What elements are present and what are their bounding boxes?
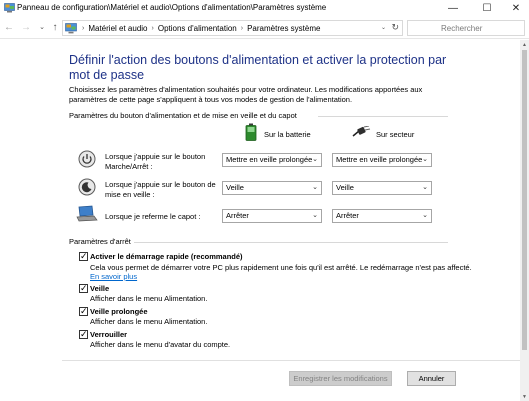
hibernate-checkbox[interactable]: ✓: [79, 306, 88, 316]
column-header-battery: Sur la batterie: [264, 130, 311, 139]
sleep-button-plugged-select[interactable]: Veille ⌄: [332, 181, 432, 195]
address-dropdown-icon[interactable]: ⌄: [381, 24, 386, 31]
breadcrumb-system-settings[interactable]: Paramètres système: [247, 24, 320, 33]
section-title-shutdown: Paramètres d'arrêt: [69, 237, 131, 246]
sleep-button-icon: [78, 178, 96, 196]
power-button-battery-select[interactable]: Mettre en veille prolongée ⌄: [222, 153, 322, 167]
minimize-button[interactable]: —: [438, 0, 468, 17]
section-divider: [318, 116, 448, 117]
page-intro: Choisissez les paramètres d'alimentation…: [69, 85, 423, 104]
power-button-plugged-select[interactable]: Mettre en veille prolongée ⌄: [332, 153, 432, 167]
control-panel-icon: [65, 22, 77, 33]
page-title: Définir l'action des boutons d'alimentat…: [69, 53, 447, 82]
fast-startup-description: Cela vous permet de démarrer votre PC pl…: [90, 263, 472, 272]
checkmark-icon: ✓: [80, 283, 88, 293]
chevron-down-icon: ⌄: [312, 184, 318, 191]
select-value: Veille: [226, 183, 244, 192]
select-value: Mettre en veille prolongée: [226, 155, 313, 164]
section-divider: [134, 242, 448, 243]
lid-close-battery-select[interactable]: Arrêter ⌄: [222, 209, 322, 223]
select-value: Mettre en veille prolongée: [336, 155, 423, 164]
battery-icon: [245, 123, 257, 141]
row-label-sleep-button: Lorsque j'appuie sur le bouton de mise e…: [105, 180, 216, 199]
column-header-plugged: Sur secteur: [376, 130, 415, 139]
address-bar[interactable]: › Matériel et audio › Options d'alimenta…: [62, 20, 403, 36]
scroll-down-arrow-icon[interactable]: ▼: [520, 392, 529, 401]
select-value: Veille: [336, 183, 354, 192]
chevron-down-icon: ⌄: [422, 156, 428, 163]
checkmark-icon: ✓: [80, 306, 88, 316]
learn-more-link[interactable]: En savoir plus: [90, 272, 137, 281]
maximize-button[interactable]: ☐: [472, 0, 502, 17]
hibernate-label: Veille prolongée: [90, 307, 148, 316]
scroll-up-arrow-icon[interactable]: ▲: [520, 40, 529, 49]
laptop-lid-icon: [76, 205, 98, 222]
search-placeholder: Rechercher: [441, 24, 483, 33]
refresh-icon[interactable]: ↻: [391, 22, 399, 33]
footer-divider: [62, 360, 520, 361]
cancel-button[interactable]: Annuler: [407, 371, 456, 386]
fast-startup-checkbox[interactable]: ✓: [79, 251, 88, 261]
scroll-thumb[interactable]: [522, 50, 527, 350]
row-label-lid-close: Lorsque je referme le capot :: [105, 212, 201, 221]
lock-label: Verrouiller: [90, 330, 128, 339]
main-content: Définir l'action des boutons d'alimentat…: [0, 40, 520, 401]
row-label-power-button: Lorsque j'appuie sur le bouton Marche/Ar…: [105, 152, 206, 171]
checkmark-icon: ✓: [80, 251, 88, 261]
vertical-scrollbar[interactable]: ▲ ▼: [520, 40, 529, 401]
search-input[interactable]: Rechercher: [407, 20, 525, 36]
chevron-down-icon: ⌄: [312, 156, 318, 163]
navigation-bar: ← → ⌄ ↑ › Matériel et audio › Options d'…: [0, 17, 529, 39]
sleep-button-battery-select[interactable]: Veille ⌄: [222, 181, 322, 195]
breadcrumb-hardware-sound[interactable]: Matériel et audio: [88, 24, 147, 33]
select-value: Arrêter: [226, 211, 249, 220]
up-arrow-icon[interactable]: ↑: [49, 21, 61, 33]
hibernate-description: Afficher dans le menu Alimentation.: [90, 317, 208, 326]
chevron-down-icon: ⌄: [422, 184, 428, 191]
select-value: Arrêter: [336, 211, 359, 220]
fast-startup-label: Activer le démarrage rapide (recommandé): [90, 252, 243, 261]
sleep-checkbox[interactable]: ✓: [79, 283, 88, 293]
power-plug-icon: [352, 126, 371, 137]
lock-description: Afficher dans le menu d'avatar du compte…: [90, 340, 231, 349]
back-arrow-icon[interactable]: ←: [3, 21, 15, 33]
section-title-buttons: Paramètres du bouton d'alimentation et d…: [69, 111, 297, 120]
control-panel-icon: [4, 3, 15, 13]
power-button-icon: [78, 150, 96, 168]
title-bar: Panneau de configuration\Matériel et aud…: [0, 0, 529, 17]
breadcrumb-separator[interactable]: ›: [241, 25, 243, 32]
window-title: Panneau de configuration\Matériel et aud…: [17, 3, 327, 12]
breadcrumb-power-options[interactable]: Options d'alimentation: [158, 24, 237, 33]
save-changes-button[interactable]: Enregistrer les modifications: [289, 371, 392, 386]
recent-locations-chevron-icon[interactable]: ⌄: [36, 21, 48, 33]
checkmark-icon: ✓: [80, 329, 88, 339]
chevron-down-icon: ⌄: [312, 212, 318, 219]
forward-arrow-icon[interactable]: →: [20, 21, 32, 33]
lid-close-plugged-select[interactable]: Arrêter ⌄: [332, 209, 432, 223]
breadcrumb-separator[interactable]: ›: [152, 25, 154, 32]
sleep-description: Afficher dans le menu Alimentation.: [90, 294, 208, 303]
breadcrumb-separator: ›: [82, 24, 85, 32]
close-button[interactable]: ✕: [501, 0, 529, 17]
chevron-down-icon: ⌄: [422, 212, 428, 219]
lock-checkbox[interactable]: ✓: [79, 329, 88, 339]
sleep-label: Veille: [90, 284, 110, 293]
